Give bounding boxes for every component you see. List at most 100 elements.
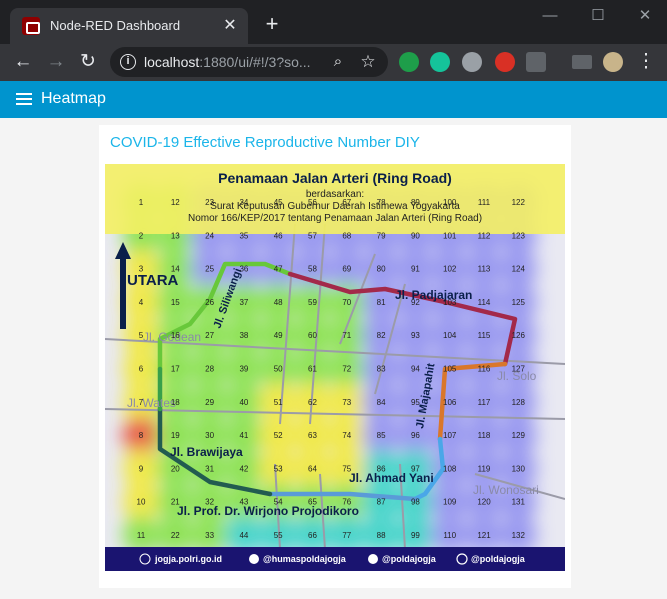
- grid-cell-number: 39: [239, 365, 248, 374]
- grid-cell-number: 124: [512, 265, 526, 274]
- grid-cell-number: 90: [411, 231, 420, 240]
- grid-cell-number: 108: [443, 464, 457, 473]
- media-queue-icon[interactable]: [572, 55, 592, 69]
- grid-cell-number: 125: [512, 298, 526, 307]
- footer-link-facebook: @humaspoldajogja: [263, 554, 347, 564]
- grid-cell-number: 76: [342, 498, 351, 507]
- dashboard-header: Heatmap: [0, 81, 667, 118]
- grid-cell-number: 25: [205, 265, 214, 274]
- forward-icon[interactable]: →: [43, 49, 69, 75]
- grid-cell-number: 21: [171, 498, 180, 507]
- close-tab-icon[interactable]: ✕: [220, 16, 240, 36]
- grammarly-extension-icon[interactable]: [430, 52, 450, 72]
- grid-cell-number: 93: [411, 331, 420, 340]
- grid-cell-number: 102: [443, 265, 457, 274]
- minimize-icon[interactable]: —: [530, 4, 570, 28]
- address-bar[interactable]: i localhost:1880/ui/#!/3?so... ⌕ ☆: [110, 47, 388, 77]
- banner-line-3: Nomor 166/KEP/2017 tentang Penamaan Jala…: [188, 213, 482, 224]
- grid-cell-number: 43: [239, 498, 248, 507]
- grid-cell-number: 9: [139, 464, 144, 473]
- grid-cell-number: 12: [171, 198, 180, 207]
- hamburger-menu-icon[interactable]: [16, 93, 32, 105]
- grid-cell-number: 127: [512, 365, 526, 374]
- grid-cell-number: 13: [171, 231, 180, 240]
- grid-cell-number: 29: [205, 398, 214, 407]
- maximize-icon[interactable]: ☐: [578, 4, 618, 28]
- play-extension-icon[interactable]: [399, 52, 419, 72]
- grid-cell-number: 119: [478, 464, 491, 473]
- grid-cell-number: 38: [239, 331, 248, 340]
- grid-cell-number: 109: [443, 498, 457, 507]
- grid-cell-number: 18: [171, 398, 180, 407]
- grid-cell-number: 50: [274, 365, 283, 374]
- grid-cell-number: 6: [139, 365, 144, 374]
- browser-tab[interactable]: Node-RED Dashboard ✕: [10, 8, 248, 44]
- camera-extension-icon[interactable]: [526, 52, 546, 72]
- new-tab-icon[interactable]: +: [260, 12, 284, 36]
- footer-link-twitter: @poldajogja: [382, 554, 437, 564]
- heatmap-map: Penamaan Jalan Arteri (Ring Road) berdas…: [105, 164, 565, 571]
- card-title: COVID-19 Effective Reproductive Number D…: [110, 134, 420, 151]
- grid-cell-number: 17: [171, 365, 180, 374]
- zoom-icon[interactable]: ⌕: [328, 52, 348, 72]
- grid-cell-number: 78: [377, 198, 386, 207]
- grid-cell-number: 121: [477, 531, 491, 540]
- grid-cell-number: 75: [342, 464, 351, 473]
- grid-cell-number: 55: [274, 531, 283, 540]
- grid-cell-number: 70: [342, 298, 351, 307]
- road-label-ahmad-yani: Jl. Ahmad Yani: [349, 471, 434, 485]
- grid-cell-number: 69: [342, 265, 351, 274]
- grid-cell-number: 51: [274, 398, 283, 407]
- reload-icon[interactable]: ↻: [75, 49, 101, 75]
- grid-cell-number: 84: [377, 398, 386, 407]
- grid-cell-number: 1: [139, 198, 144, 207]
- grid-cell-number: 61: [308, 365, 317, 374]
- grid-cell-number: 100: [443, 198, 457, 207]
- grid-cell-number: 111: [478, 198, 491, 207]
- grid-cell-number: 46: [274, 231, 283, 240]
- grid-cell-number: 34: [239, 198, 248, 207]
- grid-cell-number: 57: [308, 231, 317, 240]
- grid-cell-number: 33: [205, 531, 214, 540]
- grid-cell-number: 14: [171, 265, 180, 274]
- back-icon[interactable]: ←: [10, 49, 36, 75]
- road-label-wates: Jl. Wates: [127, 396, 176, 410]
- grid-cell-number: 80: [377, 265, 386, 274]
- grid-cell-number: 95: [411, 398, 420, 407]
- bookmark-star-icon[interactable]: ☆: [358, 52, 378, 72]
- grid-cell-number: 77: [342, 531, 351, 540]
- heatmap-card: COVID-19 Effective Reproductive Number D…: [99, 125, 571, 588]
- grid-cell-number: 73: [342, 398, 351, 407]
- grid-cell-number: 114: [478, 298, 491, 307]
- info-icon[interactable]: i: [120, 54, 136, 70]
- grid-cell-number: 83: [377, 365, 386, 374]
- grid-cell-number: 16: [171, 331, 180, 340]
- grid-cell-number: 56: [308, 198, 317, 207]
- grid-cell-number: 41: [239, 431, 248, 440]
- grid-cell-number: 94: [411, 365, 420, 374]
- profile-avatar[interactable]: [603, 52, 623, 72]
- grid-cell-number: 115: [478, 331, 491, 340]
- url-text[interactable]: localhost:1880/ui/#!/3?so...: [144, 54, 311, 70]
- grid-cell-number: 85: [377, 431, 386, 440]
- grid-cell-number: 122: [512, 198, 526, 207]
- grid-cell-number: 62: [308, 398, 317, 407]
- grid-cell-number: 5: [139, 331, 144, 340]
- grid-cell-number: 104: [443, 331, 457, 340]
- grid-cell-number: 105: [443, 365, 457, 374]
- grid-cell-number: 72: [342, 365, 351, 374]
- adblock-extension-icon[interactable]: [495, 52, 515, 72]
- grid-cell-number: 107: [443, 431, 457, 440]
- chat-extension-icon[interactable]: [462, 52, 482, 72]
- browser-menu-icon[interactable]: ⋮: [633, 49, 659, 75]
- grid-cell-number: 120: [477, 498, 491, 507]
- grid-cell-number: 59: [308, 298, 317, 307]
- banner-title: Penamaan Jalan Arteri (Ring Road): [218, 170, 452, 186]
- grid-cell-number: 11: [137, 531, 146, 540]
- twitter-icon: [368, 554, 378, 564]
- grid-cell-number: 86: [377, 464, 386, 473]
- window-close-icon[interactable]: ✕: [625, 4, 665, 28]
- grid-cell-number: 3: [139, 265, 144, 274]
- footer-link-website: jogja.polri.go.id: [154, 554, 222, 564]
- grid-cell-number: 32: [205, 498, 214, 507]
